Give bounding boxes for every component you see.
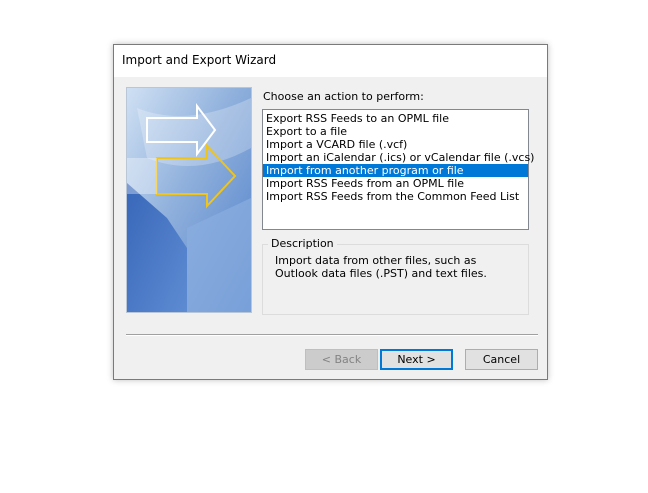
wizard-banner-image bbox=[126, 87, 252, 313]
list-item-import-icalendar[interactable]: Import an iCalendar (.ics) or vCalendar … bbox=[263, 151, 534, 164]
button-separator bbox=[126, 334, 538, 336]
list-item-export-rss-opml[interactable]: Export RSS Feeds to an OPML file bbox=[263, 112, 528, 125]
description-label: Description bbox=[268, 237, 337, 250]
description-groupbox: Description Import data from other files… bbox=[262, 237, 529, 315]
window-title: Import and Export Wizard bbox=[122, 53, 277, 67]
title-bar[interactable]: Import and Export Wizard bbox=[114, 45, 547, 77]
action-prompt-label: Choose an action to perform: bbox=[263, 90, 424, 103]
list-item-import-rss-opml[interactable]: Import RSS Feeds from an OPML file bbox=[263, 177, 528, 190]
list-item-import-rss-common-feed[interactable]: Import RSS Feeds from the Common Feed Li… bbox=[263, 190, 528, 203]
action-listbox[interactable]: Export RSS Feeds to an OPML file Export … bbox=[262, 109, 534, 230]
import-export-wizard-dialog: Import and Export Wizard Choose an actio… bbox=[113, 44, 548, 380]
cancel-button[interactable]: Cancel bbox=[465, 349, 538, 370]
list-item-import-vcard[interactable]: Import a VCARD file (.vcf) bbox=[263, 138, 528, 151]
list-item-export-to-file[interactable]: Export to a file bbox=[263, 125, 528, 138]
back-button[interactable]: < Back bbox=[305, 349, 378, 370]
description-text: Import data from other files, such as Ou… bbox=[275, 254, 487, 280]
arrows-graphic-icon bbox=[127, 88, 251, 312]
list-item-import-from-program[interactable]: Import from another program or file bbox=[263, 164, 528, 177]
next-button[interactable]: Next > bbox=[380, 349, 453, 370]
